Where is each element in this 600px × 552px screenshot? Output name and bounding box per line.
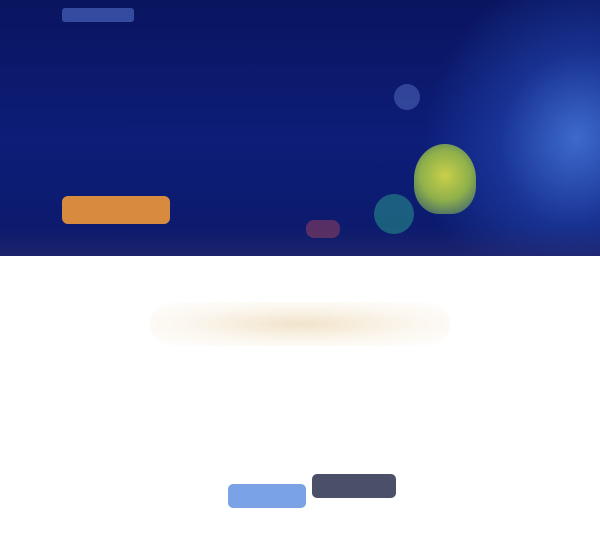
site-logo[interactable]: [62, 8, 134, 22]
section-banner: [150, 302, 450, 346]
hero-illustration: [306, 64, 560, 244]
hero-section: [0, 0, 600, 256]
top-nav: [466, 8, 540, 12]
hero-cta-button[interactable]: [62, 196, 170, 224]
secondary-action-button[interactable]: [312, 474, 396, 498]
illustration-teal-shape: [374, 194, 414, 234]
feature-item: [60, 368, 180, 374]
feature-item: [316, 384, 436, 390]
feature-item: [424, 452, 544, 458]
main-content: [0, 256, 600, 552]
illustration-leaf-shape: [414, 144, 476, 214]
illustration-dot: [394, 84, 420, 110]
feature-item: [60, 452, 180, 458]
nav-item-3[interactable]: [510, 8, 518, 12]
nav-item-1[interactable]: [466, 8, 474, 12]
nav-item-4[interactable]: [532, 8, 540, 12]
illustration-red-shape: [306, 220, 340, 238]
nav-item-2[interactable]: [488, 8, 496, 12]
hero-text-block: [60, 84, 330, 98]
primary-action-button[interactable]: [228, 484, 306, 508]
feature-item: [424, 368, 544, 374]
